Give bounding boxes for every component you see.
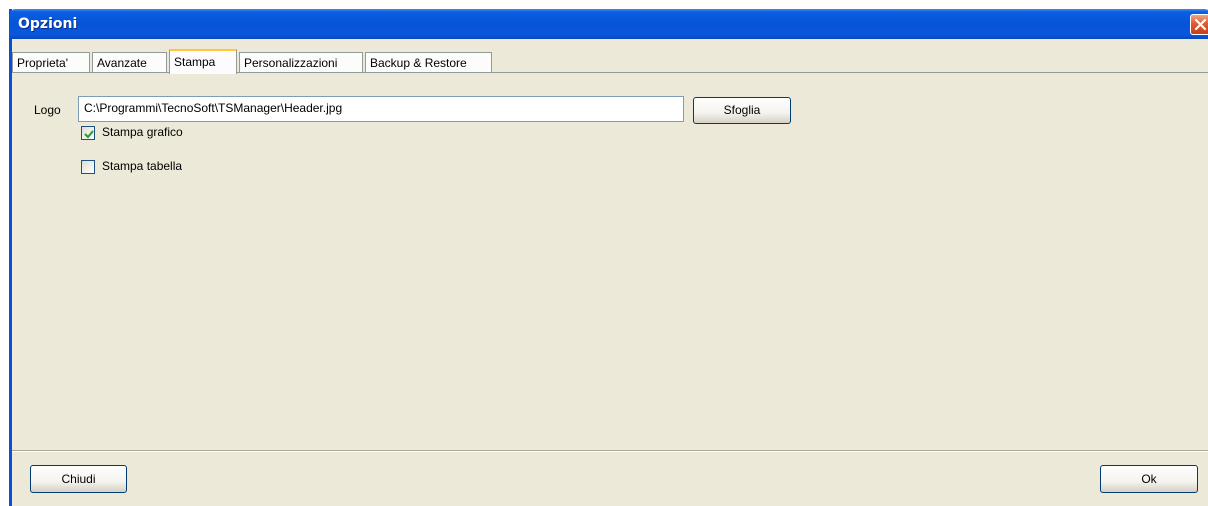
- print-chart-label: Stampa grafico: [102, 125, 183, 139]
- print-table-checkbox[interactable]: [81, 160, 95, 174]
- tab-stampa[interactable]: Stampa: [169, 49, 237, 74]
- close-icon: [1194, 18, 1207, 31]
- close-button[interactable]: Chiudi: [30, 465, 127, 493]
- logo-label: Logo: [34, 103, 61, 117]
- footer-divider-highlight: [12, 451, 1208, 452]
- window-title: Opzioni: [18, 16, 78, 32]
- print-chart-checkbox[interactable]: [81, 126, 95, 140]
- logo-path-input[interactable]: C:\Programmi\TecnoSoft\TSManager\Header.…: [78, 96, 684, 122]
- tab-proprieta[interactable]: Proprieta': [12, 52, 90, 73]
- tab-strip: Proprieta' Avanzate Stampa Personalizzaz…: [12, 49, 1208, 74]
- print-table-label: Stampa tabella: [102, 159, 183, 173]
- browse-button[interactable]: Sfoglia: [693, 97, 791, 124]
- options-dialog: Opzioni Proprieta' Avanzate Stampa Perso…: [9, 9, 1208, 506]
- ok-button[interactable]: Ok: [1100, 465, 1198, 493]
- tab-personalizzazioni[interactable]: Personalizzazioni: [239, 52, 363, 73]
- title-bar[interactable]: Opzioni: [9, 9, 1208, 39]
- tab-backup-restore[interactable]: Backup & Restore: [365, 52, 492, 73]
- checkmark-icon: [84, 130, 94, 139]
- tab-avanzate[interactable]: Avanzate: [92, 52, 167, 73]
- close-window-button[interactable]: [1190, 14, 1208, 35]
